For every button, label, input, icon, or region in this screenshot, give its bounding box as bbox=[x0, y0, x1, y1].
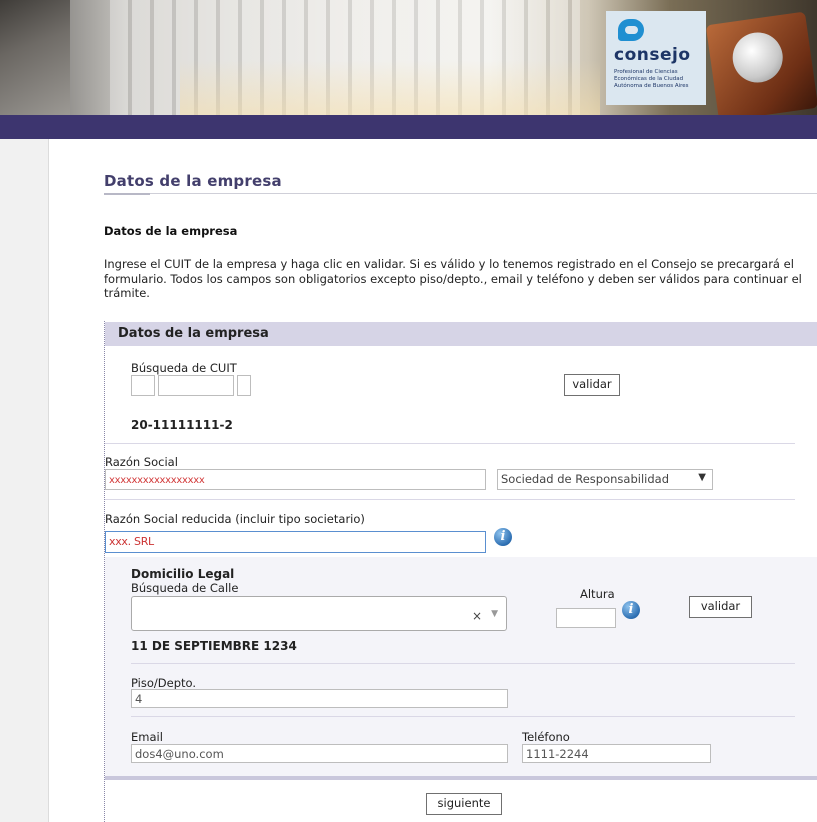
altura-input[interactable] bbox=[556, 608, 616, 628]
seal-image bbox=[705, 11, 817, 115]
domicilio-title: Domicilio Legal bbox=[131, 567, 235, 581]
consejo-logo-mark-icon bbox=[618, 19, 644, 41]
info-icon[interactable]: i bbox=[494, 528, 512, 546]
piso-label: Piso/Depto. bbox=[131, 676, 197, 690]
next-button[interactable]: siguiente bbox=[426, 793, 502, 815]
left-sidebar bbox=[0, 139, 49, 822]
seal-face bbox=[729, 29, 786, 86]
separator bbox=[131, 663, 795, 664]
header-banner: consejo Profesional de Ciencias Económic… bbox=[0, 0, 817, 115]
banner-photo-lights bbox=[180, 60, 600, 115]
cuit-number-field[interactable] bbox=[158, 375, 234, 396]
tipo-societario-select[interactable]: Sociedad de Responsabilidad ▼ bbox=[497, 469, 713, 490]
calle-search-combobox[interactable]: × ▼ bbox=[131, 596, 507, 631]
calle-label: Búsqueda de Calle bbox=[131, 581, 239, 595]
altura-label: Altura bbox=[580, 587, 615, 601]
cuit-label: Búsqueda de CUIT bbox=[131, 361, 237, 375]
panel-header: Datos de la empresa bbox=[105, 322, 817, 346]
razon-reducida-label: Razón Social reducida (incluir tipo soci… bbox=[105, 512, 365, 526]
separator bbox=[105, 443, 795, 444]
telefono-input[interactable]: 1111-2244 bbox=[522, 744, 711, 763]
tipo-societario-value: Sociedad de Responsabilidad bbox=[501, 472, 669, 486]
banner-photo-tree bbox=[0, 0, 70, 115]
separator bbox=[105, 499, 795, 500]
cuit-validate-button[interactable]: validar bbox=[564, 374, 620, 396]
panel-title: Datos de la empresa bbox=[118, 326, 269, 341]
separator bbox=[131, 716, 795, 717]
title-divider bbox=[104, 193, 817, 194]
cuit-prefix-field[interactable] bbox=[131, 375, 155, 396]
section-title: Datos de la empresa bbox=[104, 224, 238, 238]
cuit-result: 20-11111111-2 bbox=[131, 418, 233, 432]
title-underline bbox=[104, 193, 150, 195]
razon-reducida-input[interactable]: xxx. SRL bbox=[105, 531, 486, 553]
page-title: Datos de la empresa bbox=[104, 172, 282, 190]
razon-social-input[interactable]: xxxxxxxxxxxxxxxxx bbox=[105, 469, 486, 490]
domicilio-validate-button[interactable]: validar bbox=[689, 596, 752, 618]
panel-footer-bar bbox=[105, 776, 817, 780]
razon-reducida-value: xxx. SRL bbox=[109, 535, 154, 548]
consejo-logo-name: consejo bbox=[614, 45, 691, 65]
intro-text: Ingrese el CUIT de la empresa y haga cli… bbox=[104, 257, 802, 300]
clear-icon[interactable]: × bbox=[472, 609, 482, 623]
dropdown-arrow-icon: ▼ bbox=[698, 472, 706, 483]
consejo-logo-subtitle: Profesional de Ciencias Económicas de la… bbox=[614, 69, 689, 89]
header-band bbox=[0, 115, 817, 139]
razon-social-value: xxxxxxxxxxxxxxxxx bbox=[109, 475, 205, 486]
consejo-logo[interactable]: consejo Profesional de Ciencias Económic… bbox=[606, 11, 706, 105]
info-icon[interactable]: i bbox=[622, 601, 640, 619]
email-label: Email bbox=[131, 730, 163, 744]
piso-input[interactable]: 4 bbox=[131, 689, 508, 708]
telefono-label: Teléfono bbox=[522, 730, 570, 744]
email-input[interactable]: dos4@uno.com bbox=[131, 744, 508, 763]
chevron-down-icon[interactable]: ▼ bbox=[491, 609, 498, 619]
domicilio-result: 11 DE SEPTIEMBRE 1234 bbox=[131, 639, 297, 653]
razon-social-label: Razón Social bbox=[105, 455, 178, 469]
cuit-check-digit-field[interactable] bbox=[237, 375, 251, 396]
